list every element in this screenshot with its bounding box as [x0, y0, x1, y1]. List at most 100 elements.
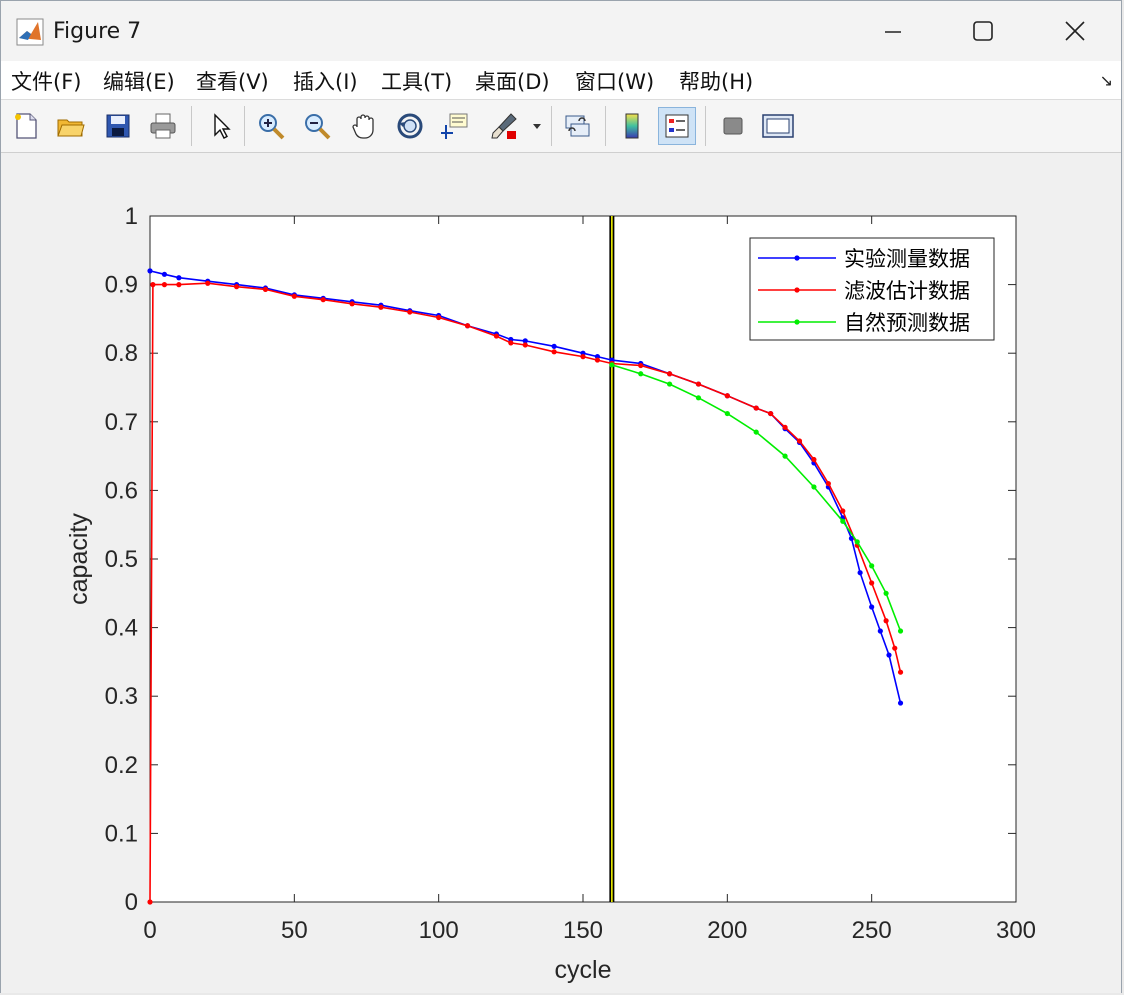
filtered-series-point: [291, 293, 297, 299]
dropdown-arrow-icon: [533, 124, 541, 129]
y-tick-label: 0.3: [105, 683, 138, 710]
menu-help[interactable]: 帮助(H): [679, 66, 753, 96]
filtered-series-point: [825, 480, 831, 487]
x-tick-label: 300: [996, 917, 1036, 944]
filtered-series-point: [147, 899, 153, 905]
measured-series-point: [147, 268, 153, 274]
close-button[interactable]: [1029, 1, 1121, 61]
maximize-icon: [973, 21, 993, 41]
plot-svg[interactable]: 0 50 100 150 200 250 300 0 0.1 0.2 0.3 0.4 0.5 0.6 0.7…: [1, 154, 1121, 993]
legend-swatch-marker: [794, 319, 800, 325]
y-axis-label: capacity: [65, 513, 93, 605]
print-button[interactable]: [144, 107, 182, 145]
measured-series-point: [857, 570, 863, 576]
brush-icon: [491, 113, 517, 139]
menu-window[interactable]: 窗口(W): [575, 66, 654, 96]
title-bar[interactable]: Figure 7: [1, 1, 1121, 61]
zoom-out-button[interactable]: [298, 107, 336, 145]
data-cursor-icon: [441, 113, 468, 139]
rotate-3d-icon: [397, 113, 423, 139]
y-tick-label: 1: [125, 203, 138, 230]
toolbar-separator: [191, 106, 192, 146]
save-icon: [106, 114, 130, 138]
y-tick-label: 0.4: [105, 615, 138, 642]
predicted-series-point: [854, 539, 860, 545]
pan-button[interactable]: [345, 107, 383, 145]
figure-canvas: 0 50 100 150 200 250 300 0 0.1 0.2 0.3 0.4 0.5 0.6 0.7…: [1, 154, 1121, 993]
colorbar-button[interactable]: [613, 107, 651, 145]
toolbar-separator: [605, 106, 606, 146]
show-plot-tools-button[interactable]: [759, 107, 797, 145]
minimize-button[interactable]: [847, 1, 939, 61]
filtered-series-point: [522, 342, 528, 348]
hide-plot-tools-button[interactable]: [714, 107, 752, 145]
filtered-series-point: [897, 669, 904, 675]
link-plot-button[interactable]: [558, 107, 596, 145]
menu-insert[interactable]: 插入(I): [293, 66, 358, 96]
predicted-series-point: [609, 362, 615, 368]
menu-tools[interactable]: 工具(T): [381, 66, 452, 96]
toolbar-separator: [551, 106, 552, 146]
maximize-button[interactable]: [937, 1, 1029, 61]
open-file-icon: [57, 119, 85, 137]
zoom-in-icon: [259, 114, 285, 140]
pan-hand-icon: [352, 114, 374, 139]
filtered-series-point: [320, 297, 326, 303]
show-plot-tools-icon: [762, 114, 794, 138]
menu-desktop[interactable]: 桌面(D): [475, 66, 550, 96]
filtered-series-point: [883, 618, 889, 624]
measured-series-point: [161, 271, 168, 277]
filtered-series-point: [695, 381, 702, 387]
data-cursor-button[interactable]: [437, 107, 475, 145]
y-tick-label: 0.7: [105, 409, 138, 436]
filtered-series-point: [234, 284, 240, 290]
print-icon: [150, 113, 176, 139]
rotate-3d-button[interactable]: [391, 107, 429, 145]
filtered-series-point: [150, 282, 156, 288]
measured-series-point: [551, 343, 557, 349]
filtered-series-point: [349, 301, 355, 307]
matlab-app-icon: [16, 18, 44, 46]
predicted-series-point: [811, 484, 817, 490]
new-figure-button[interactable]: [7, 107, 45, 145]
dock-arrow-icon[interactable]: ↘: [1100, 71, 1113, 90]
predicted-series-point: [897, 628, 904, 634]
filtered-series-point: [811, 456, 817, 463]
figure-window: Figure 7 文件(F) 编辑(E) 查看(V) 插入(I) 工具(T) 桌…: [0, 0, 1122, 993]
menu-bar: 文件(F) 编辑(E) 查看(V) 插入(I) 工具(T) 桌面(D) 窗口(W…: [1, 61, 1121, 99]
filtered-series-point: [205, 280, 211, 286]
filtered-series-point: [580, 354, 586, 360]
filtered-series-point: [796, 438, 803, 444]
menu-view[interactable]: 查看(V): [196, 66, 269, 96]
pointer-button[interactable]: [201, 107, 239, 145]
zoom-in-button[interactable]: [252, 107, 290, 145]
legend-entry-label: 实验测量数据: [844, 248, 970, 271]
legend-icon: [665, 114, 689, 138]
x-axis-label: cycle: [555, 956, 612, 984]
y-tick-label: 0.6: [105, 477, 138, 504]
measured-series-point: [176, 275, 182, 281]
menu-file[interactable]: 文件(F): [11, 66, 81, 96]
filtered-series-point: [753, 405, 759, 411]
link-plot-icon: [565, 115, 590, 137]
save-button[interactable]: [99, 107, 137, 145]
new-figure-icon: [15, 113, 37, 139]
legend-entry-label: 自然预测数据: [844, 312, 970, 335]
filtered-series-point: [840, 508, 846, 514]
x-tick-label: 200: [707, 917, 747, 944]
legend-swatch-marker: [794, 287, 800, 293]
filtered-series-point: [892, 645, 898, 651]
brush-options-dropdown[interactable]: [527, 107, 547, 145]
legend-swatch-marker: [794, 255, 800, 261]
zoom-out-icon: [305, 114, 331, 140]
legend-button[interactable]: [658, 107, 696, 145]
x-tick-label: 100: [419, 917, 459, 944]
filtered-series-point: [638, 362, 644, 369]
filtered-series-point: [594, 357, 601, 363]
filtered-series-point: [407, 309, 413, 315]
filtered-series-point: [724, 393, 730, 399]
brush-button[interactable]: [485, 107, 523, 145]
menu-edit[interactable]: 编辑(E): [103, 66, 175, 96]
open-file-button[interactable]: [51, 107, 89, 145]
filtered-series-point: [508, 340, 514, 346]
